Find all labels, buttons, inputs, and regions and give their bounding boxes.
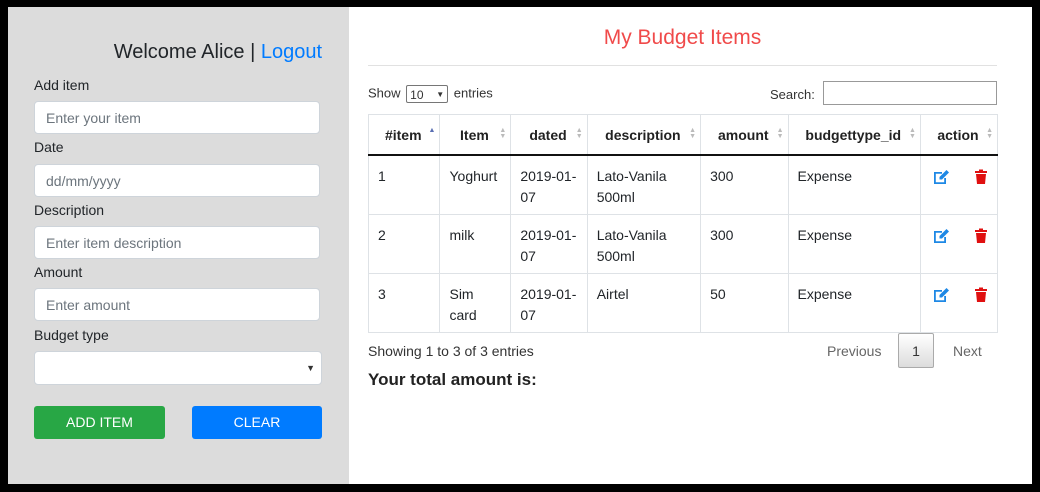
cell-item: Sim card — [439, 273, 512, 333]
item-label: Add item — [34, 77, 90, 93]
title-divider — [368, 65, 997, 66]
budget-type-select[interactable]: ▼ — [34, 351, 322, 385]
column-header-action[interactable]: action ▲ ▼ — [919, 114, 999, 156]
column-header-budgettype[interactable]: budgettype_id ▲ ▼ — [787, 114, 921, 156]
column-header-label: dated — [529, 126, 567, 143]
budget-table: #item ▲▼ Item ▲▼ dated ▲▼ description ▲▼ amo… — [367, 114, 999, 333]
cell-dated: 2019-01-07 — [510, 214, 588, 274]
entries-per-page-value: 10 — [410, 88, 424, 102]
amount-label: Amount — [34, 264, 83, 280]
cell-action — [919, 154, 999, 215]
cell-amount: 300 — [700, 154, 789, 215]
cell-action — [919, 273, 999, 333]
sort-icon: ▲ ▼ — [986, 127, 993, 140]
show-suffix: entries — [453, 85, 493, 101]
trash-icon[interactable] — [974, 225, 988, 246]
page-title: My Budget Items — [603, 26, 762, 49]
cell-amount: 300 — [700, 214, 789, 274]
chevron-down-icon: ▼ — [436, 90, 445, 99]
column-header-label: action — [937, 126, 979, 143]
cell-description: Lato-Vanila 500ml — [586, 154, 702, 215]
column-header-label: budgettype_id — [805, 126, 902, 143]
edit-icon[interactable] — [932, 166, 950, 187]
column-header-label: description — [605, 126, 681, 143]
trash-icon[interactable] — [974, 284, 988, 305]
table-row: 3 Sim card 2019-01-07 Airtel 50 Expense — [367, 273, 999, 333]
welcome-header: Welcome Alice | Logout — [114, 41, 322, 64]
cell-description: Lato-Vanila 500ml — [586, 214, 702, 274]
sort-icon: ▲ ▼ — [776, 127, 784, 140]
column-header-dated[interactable]: dated ▲ ▼ — [510, 114, 588, 156]
search-input[interactable] — [823, 81, 997, 105]
clear-button[interactable]: CLEAR — [192, 406, 322, 439]
cell-dated: 2019-01-07 — [510, 154, 588, 215]
column-header-label: #item — [384, 126, 422, 143]
table-header-row: #item ▲▼ Item ▲▼ dated ▲▼ description ▲▼ amo… — [367, 114, 999, 156]
cell-item-number: 1 — [367, 154, 441, 215]
total-amount-label: Your total amount is: — [368, 370, 537, 389]
cell-dated: 2019-01-07 — [510, 273, 588, 333]
cell-amount: 50 — [700, 273, 789, 333]
welcome-text: Welcome Alice | — [113, 41, 256, 63]
edit-icon[interactable] — [932, 225, 950, 246]
column-header-item-number[interactable]: #item ▲▼ — [367, 114, 441, 156]
trash-icon[interactable] — [974, 166, 988, 187]
cell-item-number: 3 — [367, 273, 441, 333]
page-1-button[interactable]: 1 — [898, 333, 934, 368]
cell-item: milk — [439, 214, 512, 274]
column-header-description[interactable]: description ▲ ▼ — [586, 114, 702, 156]
cell-budgettype: Expense — [787, 273, 921, 333]
show-entries: Show 10 ▼ entries — [368, 85, 493, 103]
sort-icon: ▲ ▼ — [575, 127, 583, 140]
show-prefix: Show — [368, 85, 401, 101]
logout-link[interactable]: Logout — [261, 41, 322, 63]
sidebar: Welcome Alice | Logout Add item Date Des… — [8, 7, 349, 484]
cell-action — [919, 214, 999, 274]
sort-asc-icon: ▲▼ — [428, 127, 436, 134]
item-input[interactable] — [34, 101, 320, 134]
cell-item: Yoghurt — [439, 154, 512, 215]
amount-input[interactable] — [34, 288, 320, 321]
cell-budgettype: Expense — [787, 214, 921, 274]
cell-budgettype: Expense — [787, 154, 921, 215]
cell-description: Airtel — [586, 273, 702, 333]
column-header-label: Item — [460, 126, 489, 143]
sort-icon: ▲ ▼ — [909, 127, 916, 140]
table-row: 2 milk 2019-01-07 Lato-Vanila 500ml 300 … — [367, 214, 999, 274]
description-input[interactable] — [34, 226, 320, 259]
edit-icon[interactable] — [932, 284, 950, 305]
entries-per-page-select[interactable]: 10 ▼ — [406, 85, 449, 103]
next-page-button[interactable]: Next — [953, 333, 982, 369]
cell-item-number: 2 — [367, 214, 441, 274]
budget-type-label: Budget type — [34, 327, 109, 343]
column-header-item[interactable]: Item ▲ ▼ — [439, 114, 512, 156]
column-header-amount[interactable]: amount ▲ ▼ — [700, 114, 789, 156]
column-header-label: amount — [718, 126, 769, 143]
date-label: Date — [34, 139, 64, 155]
sort-icon: ▲ ▼ — [499, 127, 507, 140]
add-item-button[interactable]: ADD ITEM — [34, 406, 165, 439]
description-label: Description — [34, 202, 105, 218]
table-info: Showing 1 to 3 of 3 entries — [368, 343, 534, 359]
chevron-down-icon: ▼ — [306, 363, 315, 373]
search-label: Search: — [770, 87, 815, 102]
previous-page-button[interactable]: Previous — [827, 333, 881, 369]
table-row: 1 Yoghurt 2019-01-07 Lato-Vanila 500ml 3… — [367, 154, 999, 215]
sort-icon: ▲ ▼ — [689, 127, 697, 140]
date-input[interactable] — [34, 164, 320, 197]
